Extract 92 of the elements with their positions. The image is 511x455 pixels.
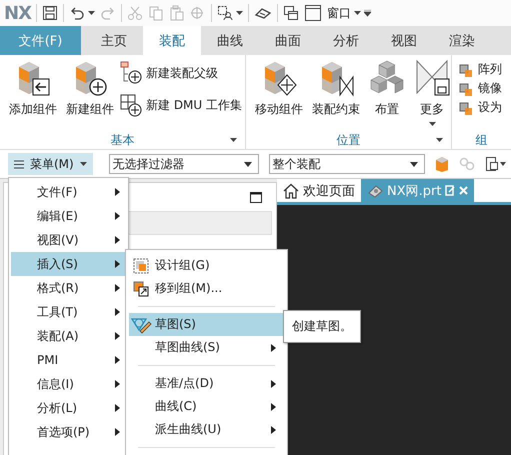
menu-item[interactable]: 分析(L) [11, 396, 126, 420]
ribbon-tab[interactable]: 装配 [143, 26, 201, 55]
tree-add-icon [120, 61, 142, 85]
submenu-arrow-icon [115, 236, 120, 244]
edit-icon[interactable] [445, 185, 456, 196]
ribbon-button[interactable]: 新建装配父级 [120, 61, 242, 85]
caret-icon [80, 162, 87, 166]
submenu-arrow-icon [271, 380, 276, 388]
move-to-group-icon [133, 280, 149, 296]
parts-icon [458, 100, 474, 116]
caret-icon[interactable] [436, 138, 443, 142]
menu-item[interactable]: 草图曲线(S) [129, 336, 284, 359]
parts-icon [458, 62, 474, 78]
ribbon-button[interactable]: 装配约束 [309, 59, 363, 131]
group-label: 基本 [110, 132, 134, 148]
ribbon-button[interactable]: 设为 [458, 99, 502, 116]
ribbon-tab[interactable]: 渲染 [433, 26, 491, 55]
submenu-arrow-icon [115, 356, 120, 364]
menu-item[interactable]: 格式(R) [11, 276, 126, 300]
dropdown-caret-icon[interactable] [88, 10, 95, 16]
ribbon-button[interactable]: 新建组件 [63, 59, 117, 131]
maximize-icon[interactable] [250, 192, 262, 203]
submenu-arrow-icon [115, 308, 120, 316]
submenu-arrow-icon [271, 344, 276, 352]
menu-item[interactable]: 移到组(M)... [129, 277, 284, 300]
menu-item[interactable]: 基准/点(D) [129, 372, 284, 395]
ribbon-button[interactable]: 布置 [366, 59, 408, 131]
menu-item[interactable]: 信息(I) [11, 372, 126, 396]
dropdown-caret-icon[interactable] [236, 10, 243, 16]
submenu-arrow-icon [115, 404, 120, 412]
ribbon-tab[interactable]: 主页 [85, 26, 143, 55]
menu-icon [14, 160, 24, 168]
submenu-arrow-icon [115, 260, 120, 268]
save-icon[interactable] [42, 5, 58, 21]
menu-item[interactable]: 编辑(E) [11, 204, 126, 228]
home-icon [283, 182, 299, 198]
menu-item[interactable]: 文件(F) [11, 180, 126, 204]
caret-icon [410, 162, 418, 166]
ribbon-button[interactable]: 更多 [411, 59, 453, 131]
menu-item[interactable]: 派生曲线(U) [129, 418, 284, 441]
ribbon-button[interactable]: 新建 DMU 工作集 [120, 93, 242, 117]
submenu-arrow-icon [115, 428, 120, 436]
filter-icon[interactable] [484, 156, 507, 172]
app-logo: NX [4, 2, 31, 24]
menu-item[interactable]: 插入(S) [11, 252, 126, 276]
submenu-arrow-icon [115, 380, 120, 388]
undo-icon[interactable] [68, 5, 85, 21]
customize-icon[interactable] [364, 10, 371, 16]
parts-icon [458, 80, 474, 96]
menu-item[interactable]: 设计组(G) [129, 254, 284, 277]
submenu-arrow-icon [115, 332, 120, 340]
submenu-arrow-icon [115, 188, 120, 196]
ribbon-button[interactable]: 移动组件 [252, 59, 306, 131]
group-label: 组 [476, 132, 488, 148]
submenu-arrow-icon [115, 284, 120, 292]
caret-icon [244, 162, 252, 166]
submenu-arrow-icon [271, 403, 276, 411]
submenu-arrow-icon [271, 426, 276, 434]
submenu-arrow-icon [115, 212, 120, 220]
close-icon[interactable] [459, 186, 468, 195]
menu-item[interactable]: 工具(T) [11, 300, 126, 324]
ribbon-tab[interactable]: 视图 [375, 26, 433, 55]
save-constraint-icon [414, 59, 450, 97]
ribbon-tab[interactable]: 曲线 [201, 26, 259, 55]
tooltip: 创建草图。 [283, 310, 361, 343]
menu-item[interactable]: 视图(V) [11, 228, 126, 252]
document-tab[interactable]: 欢迎页面 [277, 179, 361, 202]
tree-add-icon [120, 93, 142, 117]
filter-dropdown[interactable]: 整个装配 [268, 154, 425, 174]
menu-button[interactable]: 菜单(M) [8, 153, 93, 175]
menu-item[interactable]: 草图(S) [129, 313, 284, 336]
menu-item[interactable]: 首选项(P) [11, 420, 126, 444]
ribbon-tab[interactable]: 分析 [317, 26, 375, 55]
ribbon-button[interactable]: 镜像 [458, 80, 502, 97]
group-icon [133, 258, 149, 274]
menu-item[interactable]: 装配(A) [11, 324, 126, 348]
caret-icon[interactable] [230, 138, 237, 142]
menu-item[interactable]: PMI [11, 348, 126, 372]
ribbon-tab[interactable]: 曲面 [259, 26, 317, 55]
group-label: 位置 [336, 132, 360, 148]
filter-dropdown[interactable]: 无选择过滤器 [108, 154, 259, 174]
part-file-icon [367, 184, 383, 198]
dropdown-caret-icon[interactable] [354, 10, 361, 16]
ribbon-button[interactable]: 阵列 [458, 61, 502, 78]
windows-icon[interactable] [282, 5, 299, 21]
selection-icon[interactable] [216, 5, 233, 21]
caret-icon [428, 122, 436, 127]
ribbon-button[interactable]: 添加组件 [6, 59, 60, 131]
menu-item[interactable]: 曲线(C) [129, 395, 284, 418]
window-icon[interactable] [304, 4, 322, 22]
window-menu-label[interactable]: 窗口 [326, 4, 351, 22]
sketch-icon [130, 316, 152, 334]
